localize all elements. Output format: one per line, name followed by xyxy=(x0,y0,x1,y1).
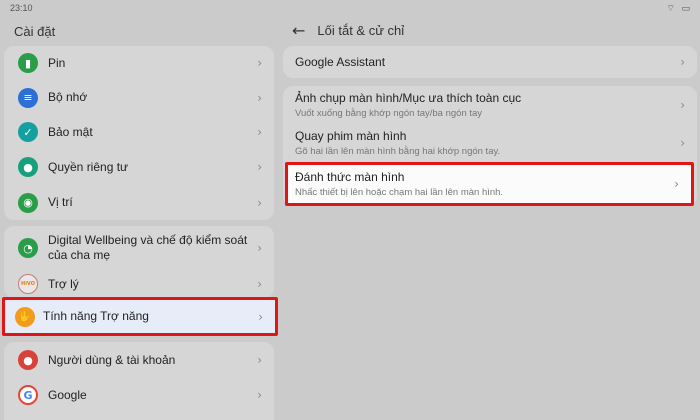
google-icon: G xyxy=(18,385,38,405)
wake-screen-subtitle: Nhấc thiết bị lên hoặc chạm hai lần lên … xyxy=(295,186,504,198)
screen-record-subtitle: Gõ hai lần lên màn hình bằng hai khớp ng… xyxy=(295,145,501,157)
chevron-right-icon: › xyxy=(257,353,262,367)
settings-item-label: Bảo mật xyxy=(48,124,93,139)
settings-item-digital-wellbeing[interactable]: ◔ Digital Wellbeing và chế độ kiểm soát … xyxy=(4,226,274,270)
shortcut-group-1: Google Assistant › xyxy=(283,46,697,78)
settings-item-label: Digital Wellbeing và chế độ kiểm soát củ… xyxy=(48,233,248,262)
settings-group-2: ◔ Digital Wellbeing và chế độ kiểm soát … xyxy=(4,226,274,298)
chevron-right-icon: › xyxy=(257,90,262,105)
settings-item-accessibility[interactable]: ✋ Tính năng Trợ năng › xyxy=(2,297,278,336)
settings-item-label: Quyền riêng tư xyxy=(48,159,129,174)
settings-item-label: Người dùng & tài khoản xyxy=(48,352,176,367)
settings-item-assistant[interactable]: HiVO Trợ lý › xyxy=(4,270,274,298)
location-icon: ◉ xyxy=(18,192,38,213)
settings-group-1: ▮ Pin › ≡ Bộ nhớ › ✓ Bảo mật › ● Quyền r… xyxy=(4,46,274,220)
chevron-right-icon: › xyxy=(257,125,262,139)
shield-icon: ✓ xyxy=(18,122,38,142)
settings-item-label: Google xyxy=(48,387,87,402)
chevron-right-icon: › xyxy=(257,160,262,174)
screenshot-gesture-title: Ảnh chụp màn hình/Mục ưa thích toàn cục xyxy=(295,90,522,105)
settings-item-label: Trợ lý xyxy=(48,276,79,291)
google-assistant-label: Google Assistant xyxy=(295,54,386,69)
screen-record-title: Quay phim màn hình xyxy=(295,128,407,143)
wellbeing-icon: ◔ xyxy=(18,238,38,258)
wake-screen-title: Đánh thức màn hình xyxy=(295,169,405,184)
user-icon: ● xyxy=(18,350,38,370)
chevron-right-icon: › xyxy=(257,195,262,210)
settings-item-label: Tính năng Trợ năng xyxy=(43,309,149,323)
settings-item-label: Vị trí xyxy=(48,195,73,209)
settings-item-security[interactable]: ✓ Bảo mật › xyxy=(4,115,274,149)
chevron-right-icon: › xyxy=(680,98,685,112)
settings-item-pin[interactable]: ▮ Pin › xyxy=(4,46,274,80)
settings-item-location[interactable]: ◉ Vị trí › xyxy=(4,185,274,220)
page-title: Lối tắt & cử chỉ xyxy=(317,22,405,38)
chevron-right-icon: › xyxy=(257,277,262,291)
chevron-right-icon: › xyxy=(257,56,262,70)
settings-item-storage[interactable]: ≡ Bộ nhớ › xyxy=(4,80,274,115)
back-arrow-icon[interactable]: ← xyxy=(292,21,305,40)
settings-item-privacy[interactable]: ● Quyền riêng tư › xyxy=(4,149,274,185)
privacy-icon: ● xyxy=(18,157,38,177)
chevron-right-icon: › xyxy=(674,177,679,191)
chevron-right-icon: › xyxy=(680,55,685,69)
wake-screen-item[interactable]: Đánh thức màn hình Nhấc thiết bị lên hoặ… xyxy=(285,162,694,206)
settings-title: Cài đặt xyxy=(14,24,56,39)
screenshot-gesture-subtitle: Vuốt xuống bằng khớp ngón tay/ba ngón ta… xyxy=(295,107,483,119)
chevron-right-icon: › xyxy=(258,309,263,324)
wifi-battery-icon: ⌔ ▭ xyxy=(666,3,692,13)
chevron-right-icon: › xyxy=(257,388,262,402)
settings-item-users-accounts[interactable]: ● Người dùng & tài khoản › xyxy=(4,342,274,378)
screenshot-gesture-item[interactable]: Ảnh chụp màn hình/Mục ưa thích toàn cục … xyxy=(283,86,697,124)
settings-item-google[interactable]: G Google › xyxy=(4,378,274,412)
storage-icon: ≡ xyxy=(18,87,38,108)
hand-icon: ✋ xyxy=(15,306,35,327)
screen-record-item[interactable]: Quay phim màn hình Gõ hai lần lên màn hì… xyxy=(283,124,697,162)
chevron-right-icon: › xyxy=(257,241,262,255)
status-bar: 23:10 ⌔ ▭ xyxy=(0,0,700,16)
battery-icon: ▮ xyxy=(18,53,38,73)
page-header: ← Lối tắt & cử chỉ xyxy=(292,20,404,40)
settings-item-label: Bộ nhớ xyxy=(48,90,88,104)
chevron-right-icon: › xyxy=(680,136,685,150)
settings-group-3: ● Người dùng & tài khoản › G Google › xyxy=(4,342,274,420)
google-assistant-item[interactable]: Google Assistant › xyxy=(283,46,697,78)
settings-item-label: Pin xyxy=(48,55,66,70)
status-time: 23:10 xyxy=(10,3,33,13)
assistant-icon: HiVO xyxy=(18,274,38,294)
